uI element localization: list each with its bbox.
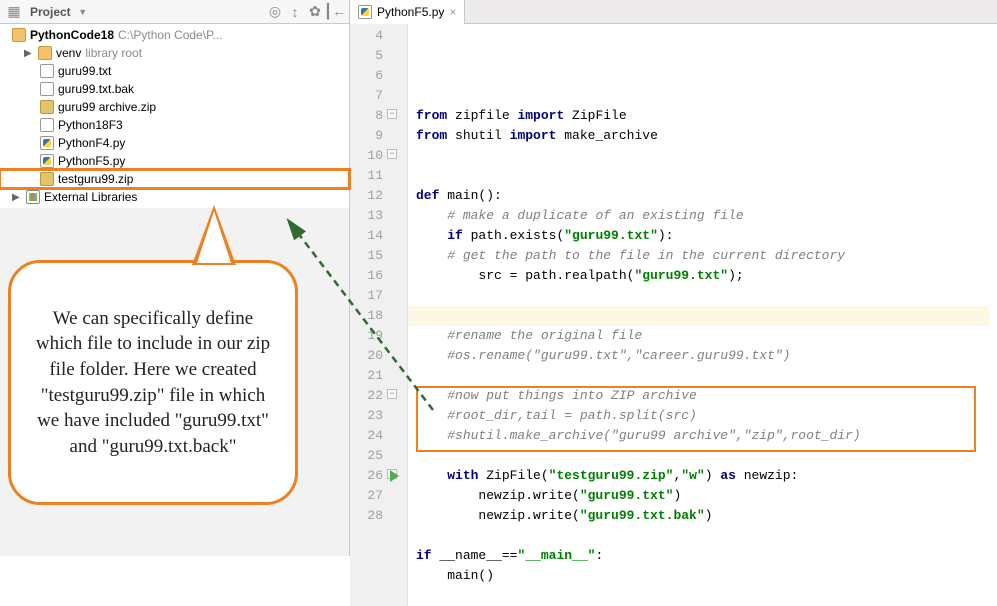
code-line[interactable] <box>416 446 997 466</box>
code-line[interactable]: src = path.realpath("guru99.txt"); <box>416 266 997 286</box>
file-name: guru99.txt.bak <box>58 82 134 96</box>
gear-icon[interactable]: ✿ <box>307 4 323 20</box>
code-line[interactable] <box>416 286 997 306</box>
code-line[interactable] <box>416 366 997 386</box>
tab-label: PythonF5.py <box>377 5 444 19</box>
code-line[interactable]: # make a duplicate of an existing file <box>416 206 997 226</box>
code-line[interactable] <box>408 306 989 326</box>
code-line[interactable]: #now put things into ZIP archive <box>416 386 997 406</box>
code-line[interactable]: with ZipFile("testguru99.zip","w") as ne… <box>416 466 997 486</box>
file-icon <box>40 82 54 96</box>
file-icon <box>40 118 54 132</box>
code-line[interactable]: from zipfile import ZipFile <box>416 106 997 126</box>
code-line[interactable]: newzip.write("guru99.txt.bak") <box>416 506 997 526</box>
file-item[interactable]: guru99.txt <box>0 62 349 80</box>
callout-tail <box>192 205 236 265</box>
annotation-callout: We can specifically define which file to… <box>8 260 298 505</box>
ext-lib-label: External Libraries <box>44 190 137 204</box>
code-line[interactable] <box>416 146 997 166</box>
folder-icon <box>12 28 26 42</box>
project-tree: PythonCode18 C:\Python Code\P... ▶ venv … <box>0 24 349 208</box>
zip-icon <box>40 172 54 186</box>
sidebar-title: Project <box>30 5 71 19</box>
venv-note: library root <box>85 46 142 60</box>
file-item[interactable]: guru99 archive.zip <box>0 98 349 116</box>
code-line[interactable] <box>416 526 997 546</box>
file-name: PythonF5.py <box>58 154 125 168</box>
code-line[interactable]: if __name__=="__main__": <box>416 546 997 566</box>
file-item[interactable]: PythonF5.py <box>0 152 349 170</box>
code-line[interactable]: def main(): <box>416 186 997 206</box>
zip-icon <box>40 100 54 114</box>
callout-text: We can specifically define which file to… <box>29 306 277 460</box>
py-icon <box>40 136 54 150</box>
library-icon <box>26 190 40 204</box>
editor-pane: PythonF5.py × 45678−910−1112131415161718… <box>350 0 997 556</box>
code-area[interactable]: 45678−910−111213141516171819202122−23242… <box>350 24 997 606</box>
file-item[interactable]: guru99.txt.bak <box>0 80 349 98</box>
file-item[interactable]: testguru99.zip <box>0 170 349 188</box>
target-icon[interactable]: ◎ <box>267 4 283 20</box>
root-name: PythonCode18 <box>30 28 114 42</box>
code-line[interactable]: #os.rename("guru99.txt","career.guru99.t… <box>416 346 997 366</box>
code-line[interactable]: if path.exists("guru99.txt"): <box>416 226 997 246</box>
external-libraries[interactable]: ▶ External Libraries <box>0 188 349 206</box>
collapse-icon[interactable]: ↕ <box>287 4 303 20</box>
editor-tab[interactable]: PythonF5.py × <box>350 0 465 24</box>
code-line[interactable]: #rename the original file <box>416 326 997 346</box>
project-root[interactable]: PythonCode18 C:\Python Code\P... <box>0 26 349 44</box>
code-line[interactable]: newzip.write("guru99.txt") <box>416 486 997 506</box>
code-line[interactable] <box>416 166 997 186</box>
close-icon[interactable]: × <box>449 5 456 19</box>
code-line[interactable]: #shutil.make_archive("guru99 archive","z… <box>416 426 997 446</box>
code-line[interactable]: # get the path to the file in the curren… <box>416 246 997 266</box>
sidebar-header: ▦ Project ▼ ◎ ↕ ✿ ┃← <box>0 0 349 24</box>
expand-icon[interactable]: ▶ <box>24 48 34 59</box>
venv-name: venv <box>56 46 81 60</box>
line-gutter: 45678−910−111213141516171819202122−23242… <box>350 24 408 606</box>
code-line[interactable] <box>416 586 997 606</box>
code-line[interactable]: from shutil import make_archive <box>416 126 997 146</box>
python-icon <box>358 5 372 19</box>
code-line[interactable]: #root_dir,tail = path.split(src) <box>416 406 997 426</box>
project-sidebar: ▦ Project ▼ ◎ ↕ ✿ ┃← PythonCode18 C:\Pyt… <box>0 0 350 556</box>
expand-icon[interactable]: ▶ <box>12 192 22 203</box>
file-name: guru99 archive.zip <box>58 100 156 114</box>
folder-icon <box>38 46 52 60</box>
project-icon: ▦ <box>6 4 22 20</box>
file-item[interactable]: Python18F3 <box>0 116 349 134</box>
py-icon <box>40 154 54 168</box>
root-path: C:\Python Code\P... <box>118 28 223 42</box>
file-name: Python18F3 <box>58 118 123 132</box>
dropdown-icon[interactable]: ▼ <box>75 4 91 20</box>
file-name: PythonF4.py <box>58 136 125 150</box>
file-icon <box>40 64 54 78</box>
file-name: guru99.txt <box>58 64 111 78</box>
editor-tabbar: PythonF5.py × <box>350 0 997 24</box>
code-line[interactable]: main() <box>416 566 997 586</box>
file-name: testguru99.zip <box>58 172 133 186</box>
code-content[interactable]: from zipfile import ZipFilefrom shutil i… <box>408 24 997 606</box>
hide-icon[interactable]: ┃← <box>327 4 343 20</box>
file-item[interactable]: PythonF4.py <box>0 134 349 152</box>
venv-folder[interactable]: ▶ venv library root <box>0 44 349 62</box>
